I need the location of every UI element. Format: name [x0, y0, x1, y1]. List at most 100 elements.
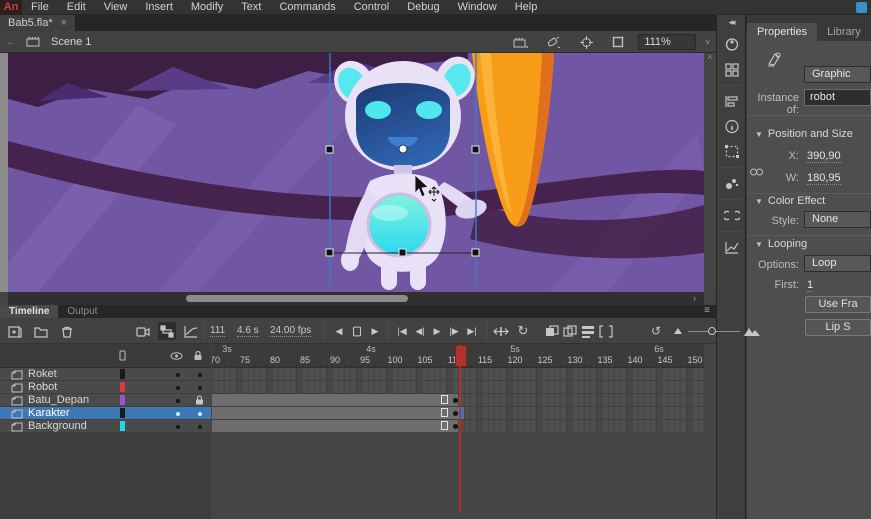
stage-canvas[interactable] [8, 53, 704, 292]
layer-color-swatch[interactable] [120, 369, 125, 379]
scene-name[interactable]: Scene 1 [51, 36, 91, 48]
menu-window[interactable]: Window [449, 0, 506, 15]
zoom-out-frames-icon[interactable] [672, 318, 684, 344]
go-to-last-frame-icon[interactable]: ▶| [464, 318, 480, 344]
onion-skin-icon[interactable] [544, 318, 560, 344]
frame-span[interactable] [212, 394, 458, 406]
menu-control[interactable]: Control [345, 0, 398, 15]
menu-text[interactable]: Text [232, 0, 270, 15]
current-frame-value[interactable]: 111 [210, 325, 225, 337]
layer-color-swatch[interactable] [120, 408, 125, 418]
use-frame-picker-button[interactable]: Use Fra [805, 296, 871, 313]
layer-color-swatch[interactable] [120, 395, 125, 405]
loop-playback-icon[interactable]: ↻ [514, 318, 532, 344]
layer-lock-dot[interactable] [198, 386, 202, 390]
delete-layer-icon[interactable] [58, 318, 76, 344]
section-position-size[interactable]: ▼Position and Size [755, 128, 853, 140]
playhead-marker[interactable] [455, 345, 467, 367]
swatches-icon[interactable] [717, 57, 747, 82]
frame-span[interactable] [212, 407, 458, 419]
keyframe-dot[interactable] [453, 424, 458, 429]
layer-row-karakter[interactable]: Karakter [0, 407, 211, 420]
align-icon[interactable] [717, 89, 747, 114]
frame-row-batu_depan[interactable] [212, 394, 704, 407]
cc-libraries-icon[interactable] [717, 203, 747, 228]
onion-step-back-icon[interactable]: ◀ [332, 318, 346, 344]
menu-commands[interactable]: Commands [270, 0, 344, 15]
layer-name[interactable]: Karakter [28, 407, 70, 419]
stage-area[interactable]: ˄ › [0, 53, 716, 305]
layer-name[interactable]: Robot [28, 381, 57, 393]
menu-view[interactable]: View [95, 0, 137, 15]
current-frame-icon[interactable] [350, 318, 364, 344]
brush-icon[interactable] [717, 171, 747, 196]
info-icon[interactable] [717, 114, 747, 139]
span-end-marker[interactable] [441, 421, 448, 430]
section-looping[interactable]: ▼Looping [755, 238, 807, 250]
frame-row-robot[interactable] [212, 381, 704, 394]
tab-library[interactable]: Library [817, 23, 871, 41]
close-icon[interactable]: × [61, 17, 67, 29]
span-end-marker[interactable] [441, 408, 448, 417]
document-tab[interactable]: Bab5.fla* × [0, 15, 76, 31]
playhead-line[interactable] [459, 345, 461, 513]
style-dropdown[interactable]: None [804, 211, 871, 228]
menu-edit[interactable]: Edit [58, 0, 95, 15]
menu-insert[interactable]: Insert [136, 0, 182, 15]
back-arrow-icon[interactable]: ← [5, 36, 16, 48]
layer-visibility-dot[interactable] [176, 399, 180, 403]
chevron-down-icon[interactable]: ˅ [705, 38, 710, 47]
layer-color-swatch[interactable] [120, 421, 125, 431]
tab-timeline[interactable]: Timeline [0, 305, 58, 318]
tab-properties[interactable]: Properties [747, 23, 817, 41]
x-value[interactable]: 390,90 [807, 150, 841, 163]
motion-graph-icon[interactable] [717, 235, 747, 260]
center-frame-icon[interactable] [580, 36, 593, 49]
menu-file[interactable]: File [22, 0, 58, 15]
zoom-level-select[interactable]: 111% [638, 34, 696, 50]
frame-rate-value[interactable]: 24.00 fps [270, 325, 311, 337]
layer-name[interactable]: Batu_Depan [28, 394, 89, 406]
new-layer-icon[interactable] [6, 318, 24, 344]
play-icon[interactable]: ▶ [430, 318, 444, 344]
timeline-zoom-knob[interactable] [708, 327, 716, 335]
camera-icon[interactable] [134, 318, 152, 344]
layer-visibility-dot[interactable] [176, 412, 180, 416]
collapse-panels-icon[interactable]: ◂◂ [717, 15, 745, 32]
scroll-up-icon[interactable]: ˄ [704, 53, 716, 62]
frame-row-background[interactable] [212, 420, 704, 433]
edit-multiple-frames-icon[interactable] [580, 318, 596, 344]
menu-modify[interactable]: Modify [182, 0, 232, 15]
modify-markers-icon[interactable] [598, 318, 614, 344]
show-parenting-icon[interactable] [158, 322, 176, 340]
layer-row-robot[interactable]: Robot [0, 381, 211, 394]
zoom-in-frames-icon[interactable] [744, 318, 760, 344]
advanced-layers-icon[interactable] [182, 318, 200, 344]
frame-span[interactable] [212, 420, 458, 432]
panel-menu-icon[interactable]: ≡ [704, 305, 710, 316]
new-folder-icon[interactable] [32, 318, 50, 344]
layer-row-background[interactable]: Background [0, 420, 211, 433]
layer-name[interactable]: Roket [28, 368, 57, 380]
first-frame-value[interactable]: 1 [807, 279, 813, 292]
lip-syncing-button[interactable]: Lip S [805, 319, 871, 336]
titlebar-right-icon[interactable] [856, 2, 867, 13]
color-icon[interactable] [717, 32, 747, 57]
layer-visibility-dot[interactable] [176, 373, 180, 377]
edit-scene-icon[interactable] [513, 36, 528, 48]
frame-row-karakter[interactable] [212, 407, 704, 420]
menu-help[interactable]: Help [506, 0, 547, 15]
tab-output[interactable]: Output [58, 305, 106, 318]
span-end-marker[interactable] [441, 395, 448, 404]
layer-row-roket[interactable]: Roket [0, 368, 211, 381]
edit-symbols-icon[interactable] [547, 36, 561, 48]
frame-row-roket[interactable] [212, 368, 704, 381]
layer-visibility-dot[interactable] [176, 425, 180, 429]
w-value[interactable]: 180,95 [807, 172, 841, 185]
section-color-effect[interactable]: ▼Color Effect [755, 195, 825, 207]
scrollbar-thumb[interactable] [186, 295, 408, 302]
scroll-right-icon[interactable]: › [693, 293, 696, 303]
layer-color-swatch[interactable] [120, 382, 125, 392]
transform-icon[interactable] [717, 139, 747, 164]
horizontal-scrollbar[interactable]: › [8, 292, 704, 305]
